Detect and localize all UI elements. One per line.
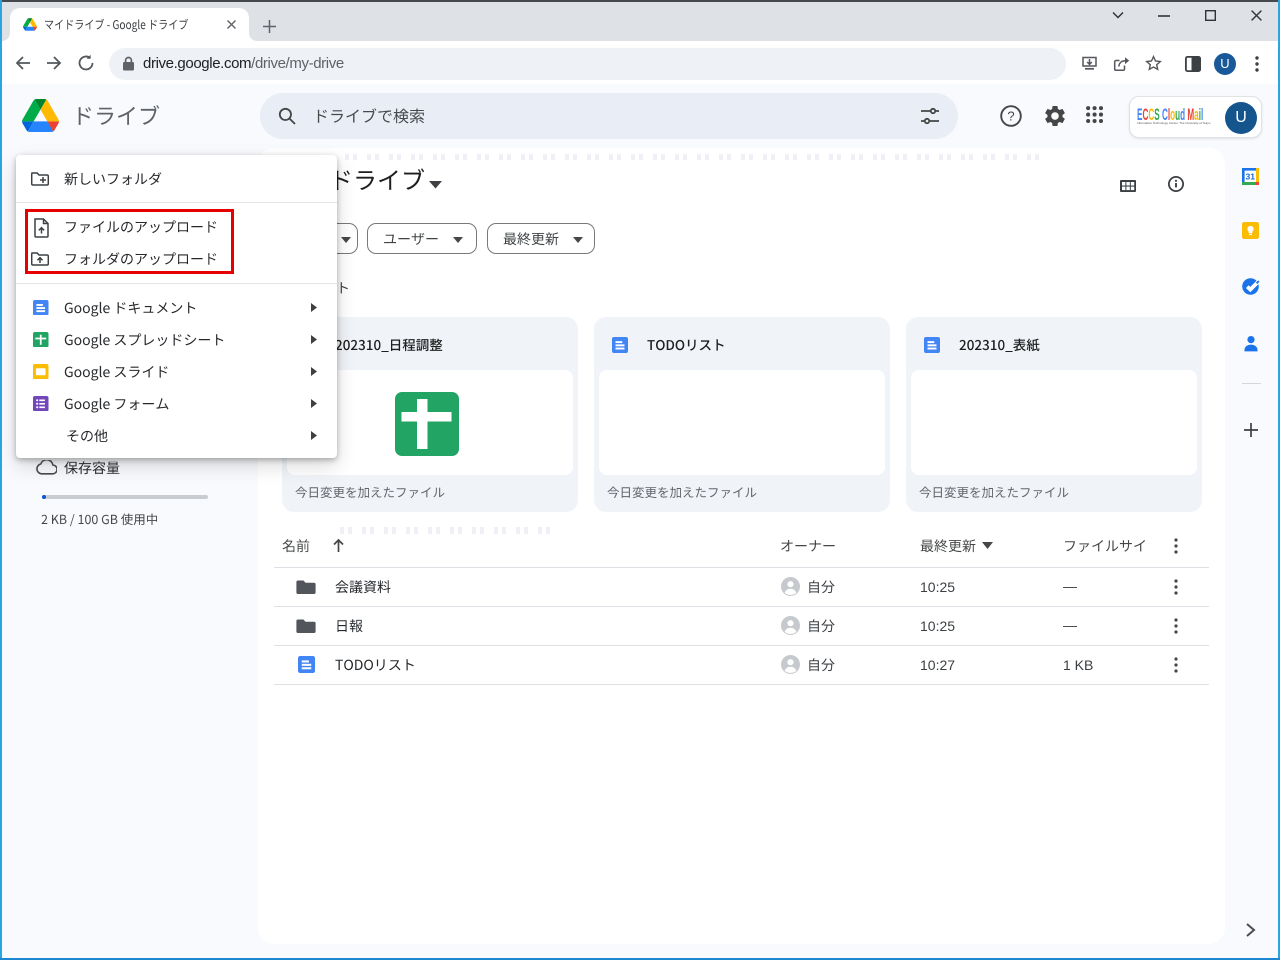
- svg-text:31: 31: [1246, 172, 1256, 182]
- svg-text:?: ?: [1007, 109, 1014, 124]
